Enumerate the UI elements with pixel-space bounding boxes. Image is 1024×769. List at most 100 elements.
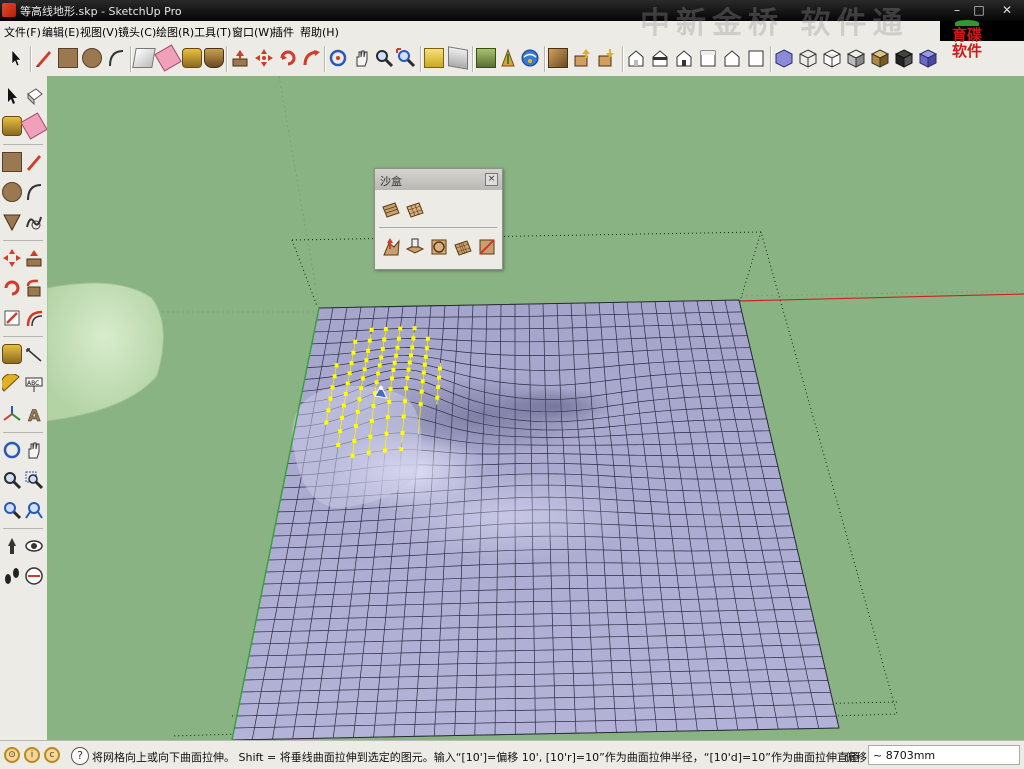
close-button[interactable]: ✕ xyxy=(996,1,1018,19)
3d-text-icon[interactable]: A xyxy=(24,404,44,426)
move-icon[interactable] xyxy=(2,248,22,268)
push-pull-icon[interactable] xyxy=(24,248,44,268)
sketchup-app-icon[interactable] xyxy=(2,3,16,17)
pan-hand-icon[interactable] xyxy=(24,440,44,460)
right-view-icon[interactable] xyxy=(698,48,718,68)
help-icon[interactable]: ? xyxy=(71,747,89,765)
rectangle-icon[interactable] xyxy=(58,48,78,68)
dimension-icon[interactable] xyxy=(24,344,44,364)
polygon-icon[interactable] xyxy=(2,212,22,232)
minimize-button[interactable]: – xyxy=(946,1,968,19)
shaded-textures-style-icon[interactable] xyxy=(870,48,890,68)
select-arrow-icon[interactable] xyxy=(6,48,26,68)
back-view-icon[interactable] xyxy=(722,48,742,68)
sandbox-close-button[interactable]: × xyxy=(485,173,498,186)
paint-bucket-icon[interactable] xyxy=(2,116,22,136)
add-detail-icon[interactable] xyxy=(453,237,473,257)
menu-draw[interactable]: 绘图(R) xyxy=(156,24,194,40)
make-component-icon[interactable] xyxy=(132,48,156,68)
section-plane-icon[interactable] xyxy=(24,566,44,586)
zoom-extents-icon[interactable] xyxy=(396,48,416,68)
orbit-icon[interactable] xyxy=(2,440,22,460)
pencil-line-icon[interactable] xyxy=(24,152,44,172)
maximize-button[interactable]: □ xyxy=(968,1,990,19)
shaded-style-icon[interactable] xyxy=(846,48,866,68)
from-scratch-icon[interactable] xyxy=(405,199,425,219)
make-component-icon[interactable] xyxy=(24,86,44,106)
previous-view-icon[interactable] xyxy=(2,500,22,520)
look-around-icon[interactable] xyxy=(24,536,44,556)
sandbox-titlebar[interactable]: 沙盒 × xyxy=(375,169,502,190)
top-view-icon[interactable] xyxy=(650,48,670,68)
menu-tools[interactable]: 工具(T) xyxy=(194,24,231,40)
wireframe-style-icon[interactable] xyxy=(798,48,818,68)
get-component-icon[interactable] xyxy=(572,48,592,68)
geo-location-icon[interactable]: ⊙ xyxy=(4,747,20,763)
terrain-mesh[interactable] xyxy=(231,299,840,740)
next-view-icon[interactable] xyxy=(448,46,468,70)
left-view-icon[interactable] xyxy=(746,48,766,68)
eraser-icon[interactable] xyxy=(20,112,48,140)
drape-icon[interactable] xyxy=(429,237,449,257)
position-camera-icon[interactable] xyxy=(2,536,22,556)
menu-edit[interactable]: 编辑(E) xyxy=(42,24,80,40)
monochrome-style-icon[interactable] xyxy=(894,48,914,68)
xray-style-icon[interactable] xyxy=(774,48,794,68)
previous-view-icon[interactable] xyxy=(424,48,444,68)
rotate-icon[interactable] xyxy=(278,48,298,68)
stamp-icon[interactable] xyxy=(405,237,425,257)
user-icon[interactable]: c xyxy=(44,747,60,763)
menu-file[interactable]: 文件(F) xyxy=(4,24,41,40)
share-model-icon[interactable] xyxy=(596,48,616,68)
get-models-icon[interactable] xyxy=(520,48,540,68)
rectangle-icon[interactable] xyxy=(2,152,22,172)
zoom-icon[interactable] xyxy=(374,48,394,68)
arc-icon[interactable] xyxy=(106,48,126,68)
sandbox-toolbar-window[interactable]: 沙盒 × xyxy=(374,168,503,270)
protractor-icon[interactable] xyxy=(0,373,22,394)
axes-icon[interactable] xyxy=(2,404,22,424)
zoom-icon[interactable] xyxy=(2,470,22,490)
circle-icon[interactable] xyxy=(2,182,22,202)
select-arrow-icon[interactable] xyxy=(2,86,22,106)
menu-help[interactable]: 帮助(H) xyxy=(300,24,339,40)
share-component-icon[interactable] xyxy=(548,48,568,68)
pencil-line-icon[interactable] xyxy=(34,48,54,68)
measurement-input[interactable]: ~ 8703mm xyxy=(868,745,1020,765)
arc-icon[interactable] xyxy=(24,182,44,202)
menu-camera[interactable]: 镜头(C) xyxy=(118,24,156,40)
from-contours-icon[interactable] xyxy=(381,199,401,219)
add-location-icon[interactable] xyxy=(476,48,496,68)
menu-view[interactable]: 视图(V) xyxy=(80,24,118,40)
follow-me-icon[interactable] xyxy=(302,48,322,68)
orbit-icon[interactable] xyxy=(328,48,348,68)
freehand-icon[interactable] xyxy=(24,212,44,232)
drawing-viewport[interactable] xyxy=(47,76,1024,740)
push-pull-icon[interactable] xyxy=(230,48,250,68)
rotate-icon[interactable] xyxy=(2,278,22,298)
eraser-icon[interactable] xyxy=(154,44,182,72)
xray-toggle-icon[interactable] xyxy=(918,48,938,68)
hidden-line-style-icon[interactable] xyxy=(822,48,842,68)
paint-bucket-icon[interactable] xyxy=(204,48,224,68)
smoove-icon[interactable] xyxy=(381,237,401,257)
walk-footprints-icon[interactable] xyxy=(2,566,22,586)
zoom-window-icon[interactable] xyxy=(24,470,44,490)
front-view-icon[interactable] xyxy=(674,48,694,68)
circle-icon[interactable] xyxy=(82,48,102,68)
flip-edge-icon[interactable] xyxy=(477,237,497,257)
follow-me-icon[interactable] xyxy=(24,278,44,298)
pan-hand-icon[interactable] xyxy=(352,48,372,68)
scale-icon[interactable] xyxy=(2,308,22,328)
toggle-terrain-icon[interactable] xyxy=(498,48,518,68)
hill-object[interactable] xyxy=(47,282,164,422)
tape-measure-icon[interactable] xyxy=(2,344,22,364)
tape-measure-icon[interactable] xyxy=(182,48,202,68)
iso-view-icon[interactable] xyxy=(626,48,646,68)
move-icon[interactable] xyxy=(254,48,274,68)
menu-window[interactable]: 窗口(W) xyxy=(232,24,273,40)
text-label-icon[interactable]: ABC xyxy=(24,374,44,394)
offset-icon[interactable] xyxy=(24,308,44,328)
menu-plugins[interactable]: 插件 xyxy=(272,24,294,40)
zoom-extents-icon[interactable] xyxy=(24,500,44,520)
